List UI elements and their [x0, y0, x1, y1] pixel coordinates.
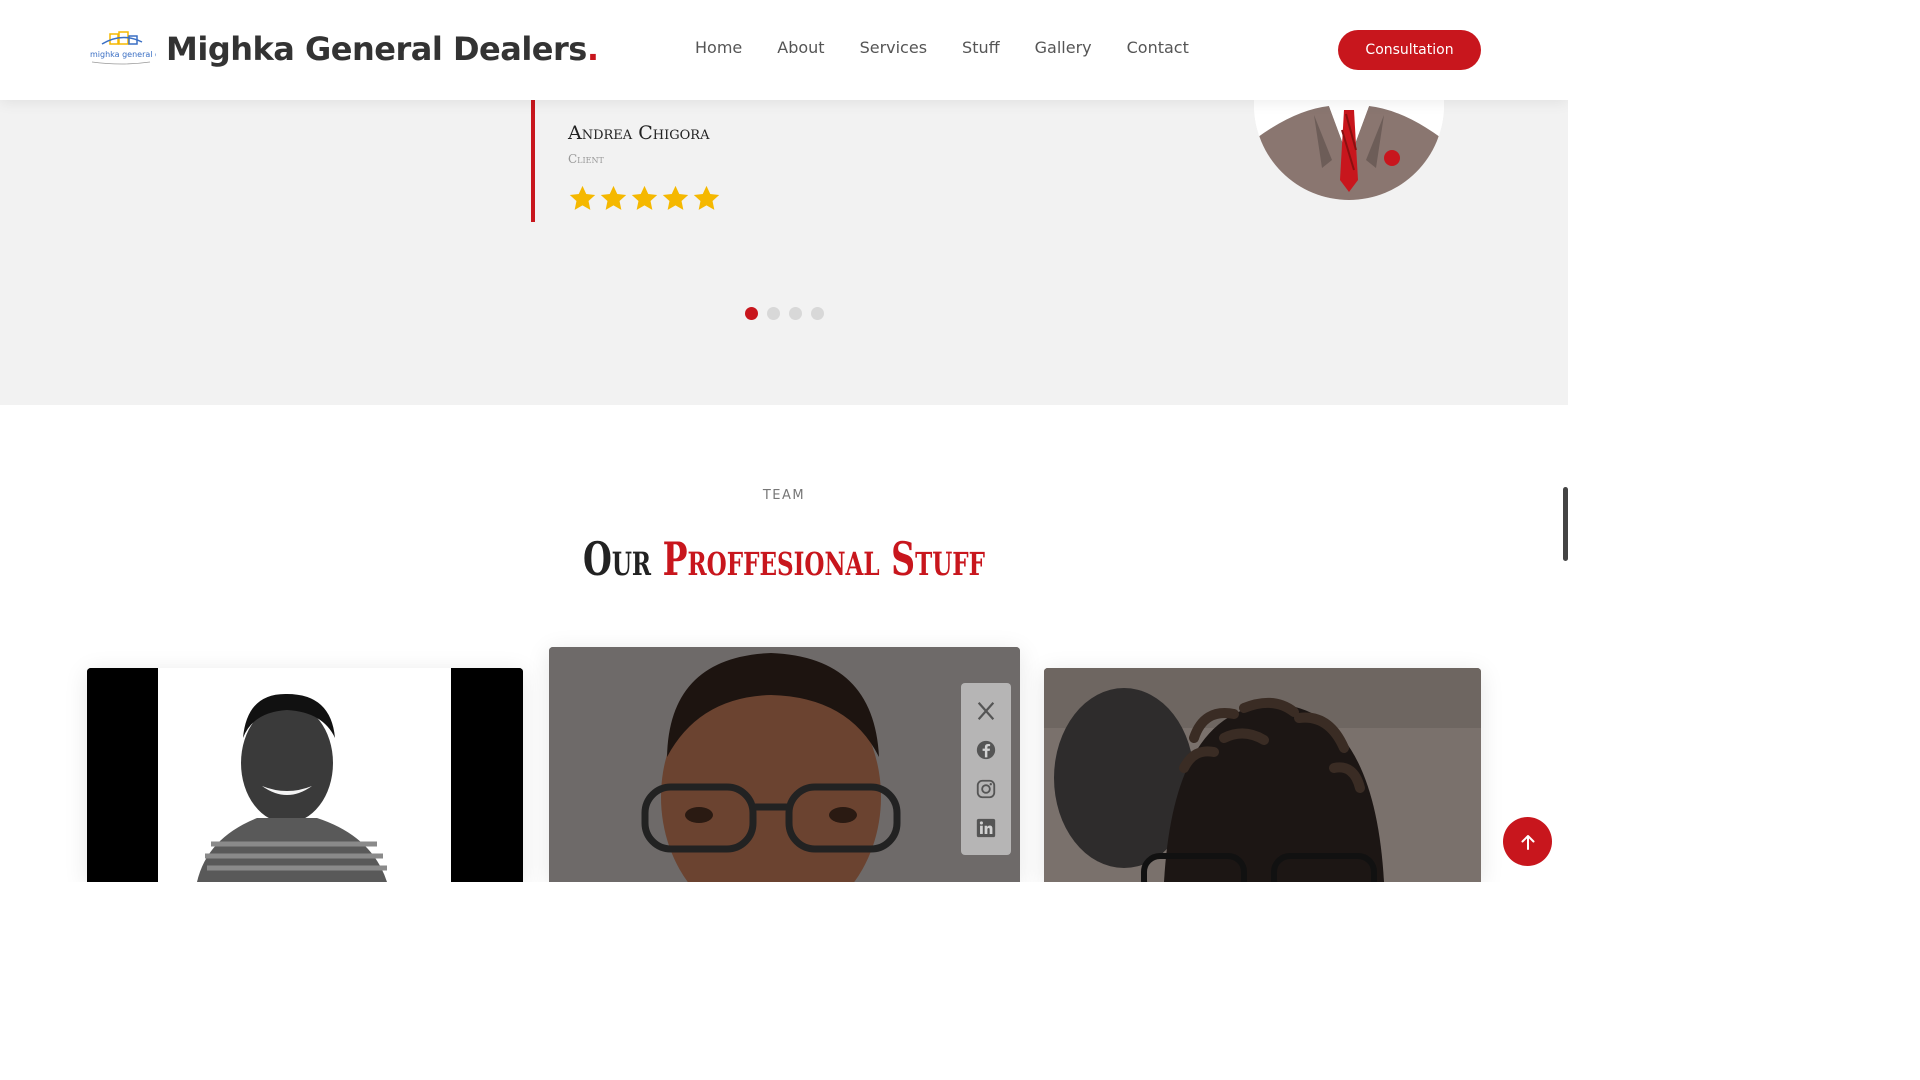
star-icon: [569, 185, 596, 210]
brand-dot: .: [586, 30, 599, 68]
team-card-1[interactable]: [87, 668, 523, 882]
testimonial-role: Client: [568, 152, 604, 166]
team-photo-3: [1044, 668, 1481, 882]
team-card-3[interactable]: [1044, 668, 1481, 882]
consultation-button[interactable]: Consultation: [1338, 30, 1481, 70]
carousel-dot-3[interactable]: [789, 307, 802, 320]
team-title-accent: Proffesional Stuff: [662, 532, 986, 586]
logo-icon[interactable]: mighka general dealers: [88, 30, 156, 70]
carousel-dots: [745, 307, 824, 320]
svg-text:mighka general dealers: mighka general dealers: [90, 50, 156, 59]
carousel-dot-2[interactable]: [767, 307, 780, 320]
brand-name[interactable]: Mighka General Dealers.: [166, 30, 599, 68]
facebook-icon[interactable]: [975, 739, 997, 761]
star-icon: [631, 185, 658, 210]
nav-about[interactable]: About: [777, 38, 824, 57]
team-kicker: TEAM: [762, 488, 806, 503]
team-photo-1: [87, 668, 523, 882]
star-icon: [662, 185, 689, 210]
team-title-plain: Our: [582, 532, 652, 586]
carousel-dot-4[interactable]: [811, 307, 824, 320]
nav-gallery[interactable]: Gallery: [1035, 38, 1092, 57]
carousel-dot-1[interactable]: [745, 307, 758, 320]
nav-contact[interactable]: Contact: [1127, 38, 1189, 57]
site-header: mighka general dealers Mighka General De…: [0, 0, 1568, 100]
social-links: [961, 683, 1011, 855]
team-card-2[interactable]: [549, 647, 1020, 882]
team-title: Our Proffesional Stuff: [220, 532, 1349, 586]
page: mighka general dealers Mighka General De…: [0, 0, 1568, 882]
star-rating: [568, 184, 721, 213]
team-photo-2: [549, 647, 1020, 882]
nav-home[interactable]: Home: [695, 38, 742, 57]
star-icon: [693, 185, 720, 210]
linkedin-icon[interactable]: [975, 817, 997, 839]
testimonial-name: Andrea Chigora: [568, 122, 710, 144]
main-nav: Home About Services Stuff Gallery Contac…: [695, 38, 1224, 57]
nav-stuff[interactable]: Stuff: [962, 38, 1000, 57]
instagram-icon[interactable]: [975, 778, 997, 800]
back-to-top-button[interactable]: [1503, 817, 1552, 866]
arrow-up-icon: [1521, 834, 1534, 850]
star-icon: [600, 185, 627, 210]
testimonial-section: Andrea Chigora Client: [0, 10, 1568, 405]
x-icon[interactable]: [975, 700, 997, 722]
testimonial-accent-bar: [531, 100, 535, 222]
scrollbar-thumb[interactable]: [1563, 487, 1568, 561]
nav-services[interactable]: Services: [860, 38, 927, 57]
